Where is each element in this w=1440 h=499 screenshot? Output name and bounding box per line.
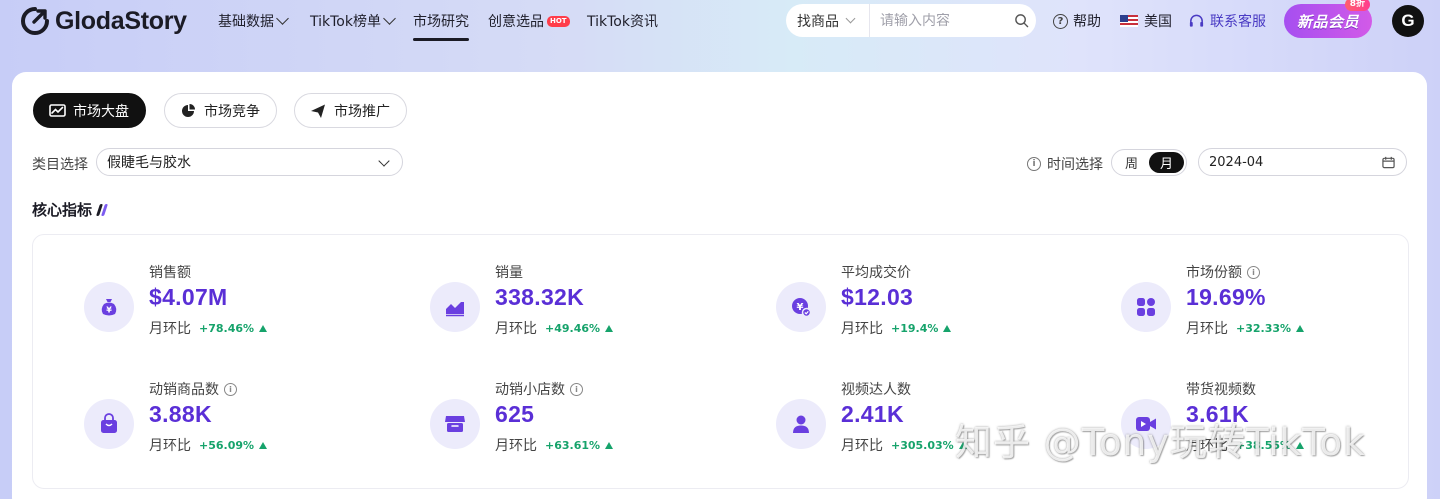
metric-label: 销量	[495, 265, 523, 281]
metric-card-active-products: 动销商品数 i 3.88K 月环比 +56.09%	[53, 379, 353, 469]
search-bar: 找商品	[786, 4, 1036, 37]
hot-badge: HOT	[547, 15, 570, 27]
metric-card-volume: 销量 338.32K 月环比 +49.46%	[399, 262, 699, 352]
search-icon	[1014, 14, 1028, 28]
category-label: 类目选择	[32, 157, 88, 173]
period-toggle: 周 月	[1111, 149, 1187, 176]
metric-card-market-share: 市场份额 i 19.69% 月环比 +32.33%	[1090, 262, 1390, 352]
vip-membership-button[interactable]: 新品会员 8折	[1284, 0, 1372, 38]
metric-value: $4.07M	[149, 284, 228, 310]
metric-label: 平均成交价	[841, 265, 911, 281]
headset-icon	[1189, 14, 1204, 27]
arrow-up-icon	[1296, 324, 1305, 332]
shopping-bag-icon	[84, 399, 134, 449]
calendar-icon	[1382, 156, 1395, 169]
metric-value: 338.32K	[495, 284, 585, 310]
nav-item-creative-selection[interactable]: 创意选品 HOT	[488, 11, 570, 31]
nav-item-tiktok-news[interactable]: TikTok资讯	[587, 11, 658, 31]
person-icon	[776, 399, 826, 449]
arrow-up-icon	[943, 324, 952, 332]
metric-value: 19.69%	[1186, 284, 1266, 310]
grid-icon	[1121, 282, 1171, 332]
category-select[interactable]: 假睫毛与胶水	[96, 148, 403, 176]
market-chart-icon	[48, 102, 66, 120]
search-button[interactable]	[1006, 13, 1036, 28]
metric-card-sales: ¥ 销售额 $4.07M 月环比 +78.46%	[53, 262, 353, 352]
metric-change: 月环比 +78.46%	[149, 318, 268, 338]
metric-value: 625	[495, 401, 535, 427]
metric-value: 2.41K	[841, 401, 904, 427]
time-select-label: i 时间选择	[1027, 154, 1103, 174]
search-input[interactable]	[870, 12, 1006, 29]
tab-market-promotion[interactable]: 市场推广	[294, 93, 407, 128]
metric-change: 月环比 +63.61%	[495, 435, 614, 455]
chevron-down-icon	[845, 13, 856, 24]
logo-mark-icon	[21, 7, 49, 35]
user-avatar[interactable]: G	[1392, 5, 1424, 37]
info-icon[interactable]: i	[1247, 265, 1260, 279]
date-picker[interactable]: 2024-04	[1198, 148, 1407, 176]
send-icon	[309, 102, 327, 120]
tab-market-competition[interactable]: 市场竞争	[164, 93, 277, 128]
metric-card-active-stores: 动销小店数 i 625 月环比 +63.61%	[399, 379, 699, 469]
metric-change: 月环比 +19.4%	[841, 318, 952, 338]
pie-icon	[179, 102, 197, 120]
svg-text:¥: ¥	[106, 306, 112, 315]
period-month-option[interactable]: 月	[1149, 152, 1184, 173]
help-link[interactable]: ? 帮助	[1053, 11, 1101, 31]
nav-item-tiktok-ranking[interactable]: TikTok榜单	[310, 11, 396, 31]
info-icon[interactable]: i	[570, 382, 583, 396]
metric-change: 月环比 +32.33%	[1186, 318, 1305, 338]
metric-label: 带货视频数	[1186, 382, 1256, 398]
discount-badge: 8折	[1344, 0, 1370, 11]
store-icon	[430, 399, 480, 449]
contact-service-link[interactable]: 联系客服	[1188, 11, 1266, 31]
top-nav: GlodaStory 基础数据 TikTok榜单 市场研究 创意选品 HOT Ti…	[0, 0, 1440, 44]
nav-item-market-research[interactable]: 市场研究	[413, 11, 469, 41]
metric-change: 月环比 +56.09%	[149, 435, 268, 455]
nav-item-basic-data[interactable]: 基础数据	[218, 11, 289, 31]
metric-label: 动销商品数 i	[149, 379, 237, 399]
region-selector[interactable]: 美国	[1120, 11, 1172, 31]
metric-change: 月环比 +49.46%	[495, 318, 614, 338]
section-title: 核心指标	[32, 199, 108, 220]
metric-card-avg-price: ¥ 平均成交价 $12.03 月环比 +19.4%	[745, 262, 1045, 352]
title-accent-icon	[96, 203, 108, 216]
info-icon: i	[1027, 157, 1041, 171]
trend-chart-icon	[430, 282, 480, 332]
metric-label: 动销小店数 i	[495, 379, 583, 399]
metric-value: $12.03	[841, 284, 914, 310]
watermark: 知乎 @Tony玩转TikTok	[955, 421, 1366, 464]
us-flag-icon	[1120, 15, 1138, 27]
brand-logo[interactable]: GlodaStory	[20, 6, 187, 36]
metric-label: 视频达人数	[841, 382, 911, 398]
metric-value: 3.88K	[149, 401, 212, 427]
arrow-up-icon	[259, 441, 268, 449]
metric-change: 月环比 +305.03%	[841, 435, 967, 455]
metric-label: 销售额	[149, 265, 191, 281]
question-icon: ?	[1053, 13, 1068, 29]
chevron-down-icon	[276, 12, 289, 25]
brand-name: GlodaStory	[55, 6, 187, 35]
period-week-option[interactable]: 周	[1114, 152, 1149, 173]
chevron-down-icon	[383, 12, 396, 25]
info-icon[interactable]: i	[224, 382, 237, 396]
arrow-up-icon	[605, 324, 614, 332]
metric-label: 市场份额 i	[1186, 262, 1260, 282]
chevron-down-icon	[378, 155, 390, 167]
arrow-up-icon	[259, 324, 268, 332]
search-type-select[interactable]: 找商品	[786, 4, 870, 37]
money-bag-icon: ¥	[84, 282, 134, 332]
arrow-up-icon	[605, 441, 614, 449]
tab-market-overview[interactable]: 市场大盘	[33, 93, 146, 128]
price-tag-icon: ¥	[776, 282, 826, 332]
